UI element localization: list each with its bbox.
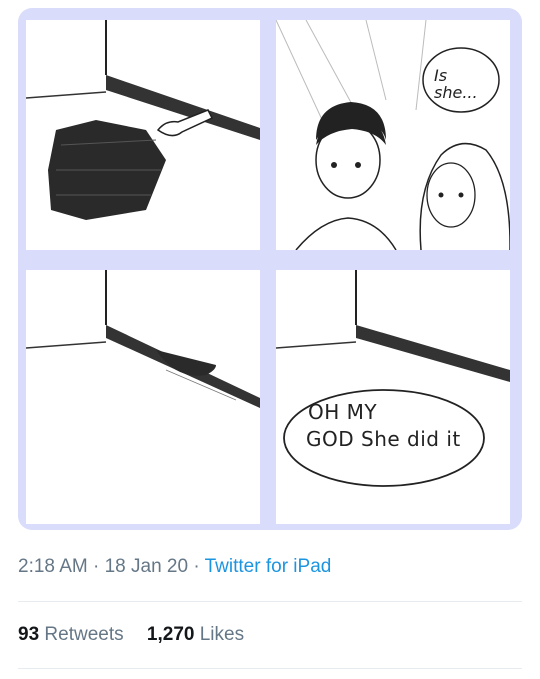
meta-separator-2: · bbox=[193, 556, 200, 577]
speech-bubble-oh-my-god: OH MY GOD She did it bbox=[306, 400, 508, 451]
retweets-count: 93 bbox=[18, 624, 40, 645]
likes-label: Likes bbox=[199, 624, 245, 645]
likes-stat[interactable]: 1,270 Likes bbox=[147, 624, 244, 645]
comic-panel-4: OH MY GOD She did it bbox=[276, 270, 510, 524]
meta-separator-1: · bbox=[93, 556, 100, 577]
comic-panel-1 bbox=[26, 20, 260, 250]
panel-3-drawing bbox=[26, 270, 260, 408]
tweet-meta: 2:18 AM · 18 Jan 20 · Twitter for iPad bbox=[18, 556, 331, 578]
bubble-line-1: OH MY bbox=[308, 400, 378, 424]
comic-image[interactable]: Is she... OH MY GOD She did it bbox=[18, 8, 522, 530]
bubble-line-2: GOD She did it bbox=[306, 427, 461, 451]
comic-panel-2: Is she... bbox=[276, 20, 510, 250]
tweet-time[interactable]: 2:18 AM bbox=[18, 556, 88, 577]
divider bbox=[18, 601, 522, 602]
likes-count: 1,270 bbox=[146, 624, 195, 645]
tweet-date[interactable]: 18 Jan 20 bbox=[105, 556, 188, 577]
divider bbox=[18, 668, 522, 669]
retweets-label: Retweets bbox=[44, 624, 124, 645]
speech-bubble-is-she: Is she... bbox=[434, 66, 478, 102]
retweets-stat[interactable]: 93 Retweets bbox=[18, 624, 124, 645]
panel-4-drawing bbox=[276, 270, 510, 487]
tweet-source-link[interactable]: Twitter for iPad bbox=[205, 556, 332, 577]
panel-1-drawing bbox=[26, 20, 260, 220]
comic-panel-3 bbox=[26, 270, 260, 524]
panel-2-drawing bbox=[276, 20, 510, 250]
tweet-stats: 93 Retweets 1,270 Likes bbox=[18, 624, 262, 646]
